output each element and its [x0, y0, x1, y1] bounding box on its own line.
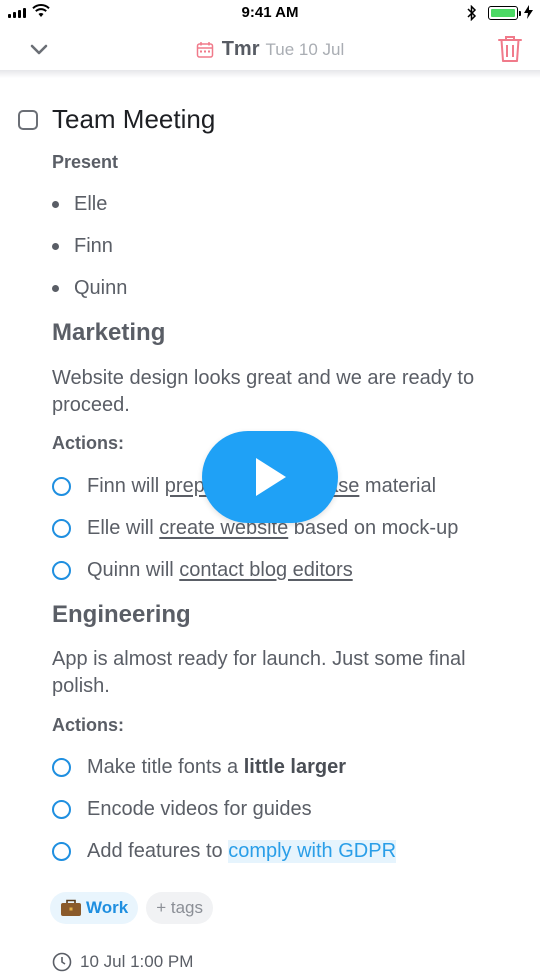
status-time: 9:41 AM [241, 4, 299, 21]
briefcase-icon [61, 899, 81, 916]
marketing-actions-heading: Actions: [52, 433, 124, 453]
reminder[interactable]: 10 Jul 1:00 PM [52, 952, 193, 972]
todo-item: Add features to comply with GDPR [52, 840, 397, 863]
todo-item: Encode videos for guides [52, 798, 312, 821]
note-checkbox[interactable] [18, 109, 38, 130]
bullet-dot [52, 243, 59, 250]
todo-text: Make title fonts a [87, 756, 244, 778]
todo-link[interactable]: contact blog editors [179, 559, 352, 582]
bullet-dot [52, 285, 59, 292]
nav-divider [0, 70, 540, 78]
calendar-icon [196, 41, 213, 58]
note-title[interactable]: Team Meeting [52, 104, 215, 135]
note-title-row: Team Meeting [18, 104, 215, 135]
list-item-text: Finn [74, 235, 113, 257]
nav-bar: Tmr Tue 10 Jul [0, 28, 540, 70]
tag-label: Work [86, 898, 129, 917]
todo-highlight-link[interactable]: comply with GDPR [228, 840, 397, 863]
todo-text: Elle will [87, 517, 160, 539]
todo-checkbox[interactable] [52, 800, 71, 819]
bluetooth-icon [467, 5, 477, 21]
todo-checkbox[interactable] [52, 758, 71, 777]
list-item-text: Elle [74, 193, 108, 215]
todo-item: Quinn will contact blog editors [52, 559, 353, 582]
status-bar: 9:41 AM [0, 0, 540, 28]
nav-date: Tue 10 Jul [265, 39, 345, 59]
todo-item: Make title fonts a little larger [52, 756, 346, 779]
list-item-text: Quinn [74, 277, 128, 299]
charging-icon [524, 5, 533, 19]
engineering-text: App is almost ready for launch. Just som… [52, 648, 466, 697]
list-item: Quinn [52, 277, 127, 300]
tag-work[interactable]: Work [50, 892, 139, 924]
todo-text: Finn will [87, 475, 165, 497]
reminder-text: 10 Jul 1:00 PM [80, 952, 194, 971]
list-item: Finn [52, 235, 113, 258]
present-heading: Present [52, 152, 119, 172]
engineering-heading: Engineering [52, 601, 191, 628]
add-tags-button[interactable]: + tags [146, 892, 213, 924]
todo-checkbox[interactable] [52, 561, 71, 580]
nav-date-header[interactable]: Tmr Tue 10 Jul [0, 38, 540, 61]
list-item: Elle [52, 193, 107, 216]
bullet-dot [52, 201, 59, 208]
trash-icon[interactable] [496, 34, 524, 64]
play-button[interactable] [202, 431, 338, 523]
nav-title: Tmr [221, 38, 260, 60]
todo-bold-text: little larger [243, 756, 347, 778]
battery-icon [488, 6, 521, 20]
todo-text: Quinn will [87, 559, 180, 581]
todo-checkbox[interactable] [52, 477, 71, 496]
todo-text: based on mock-up [288, 517, 459, 539]
play-icon [256, 458, 286, 496]
tag-list: Work + tags [50, 892, 213, 924]
todo-checkbox[interactable] [52, 519, 71, 538]
clock-icon [52, 952, 72, 972]
marketing-heading: Marketing [52, 319, 166, 346]
todo-text: Encode videos for guides [87, 798, 312, 820]
todo-checkbox[interactable] [52, 842, 71, 861]
todo-text: Add features to [87, 840, 229, 862]
todo-text: material [359, 475, 437, 497]
add-tags-label: + tags [156, 898, 203, 917]
engineering-actions-heading: Actions: [52, 715, 124, 735]
marketing-text: Website design looks great and we are re… [52, 367, 475, 416]
